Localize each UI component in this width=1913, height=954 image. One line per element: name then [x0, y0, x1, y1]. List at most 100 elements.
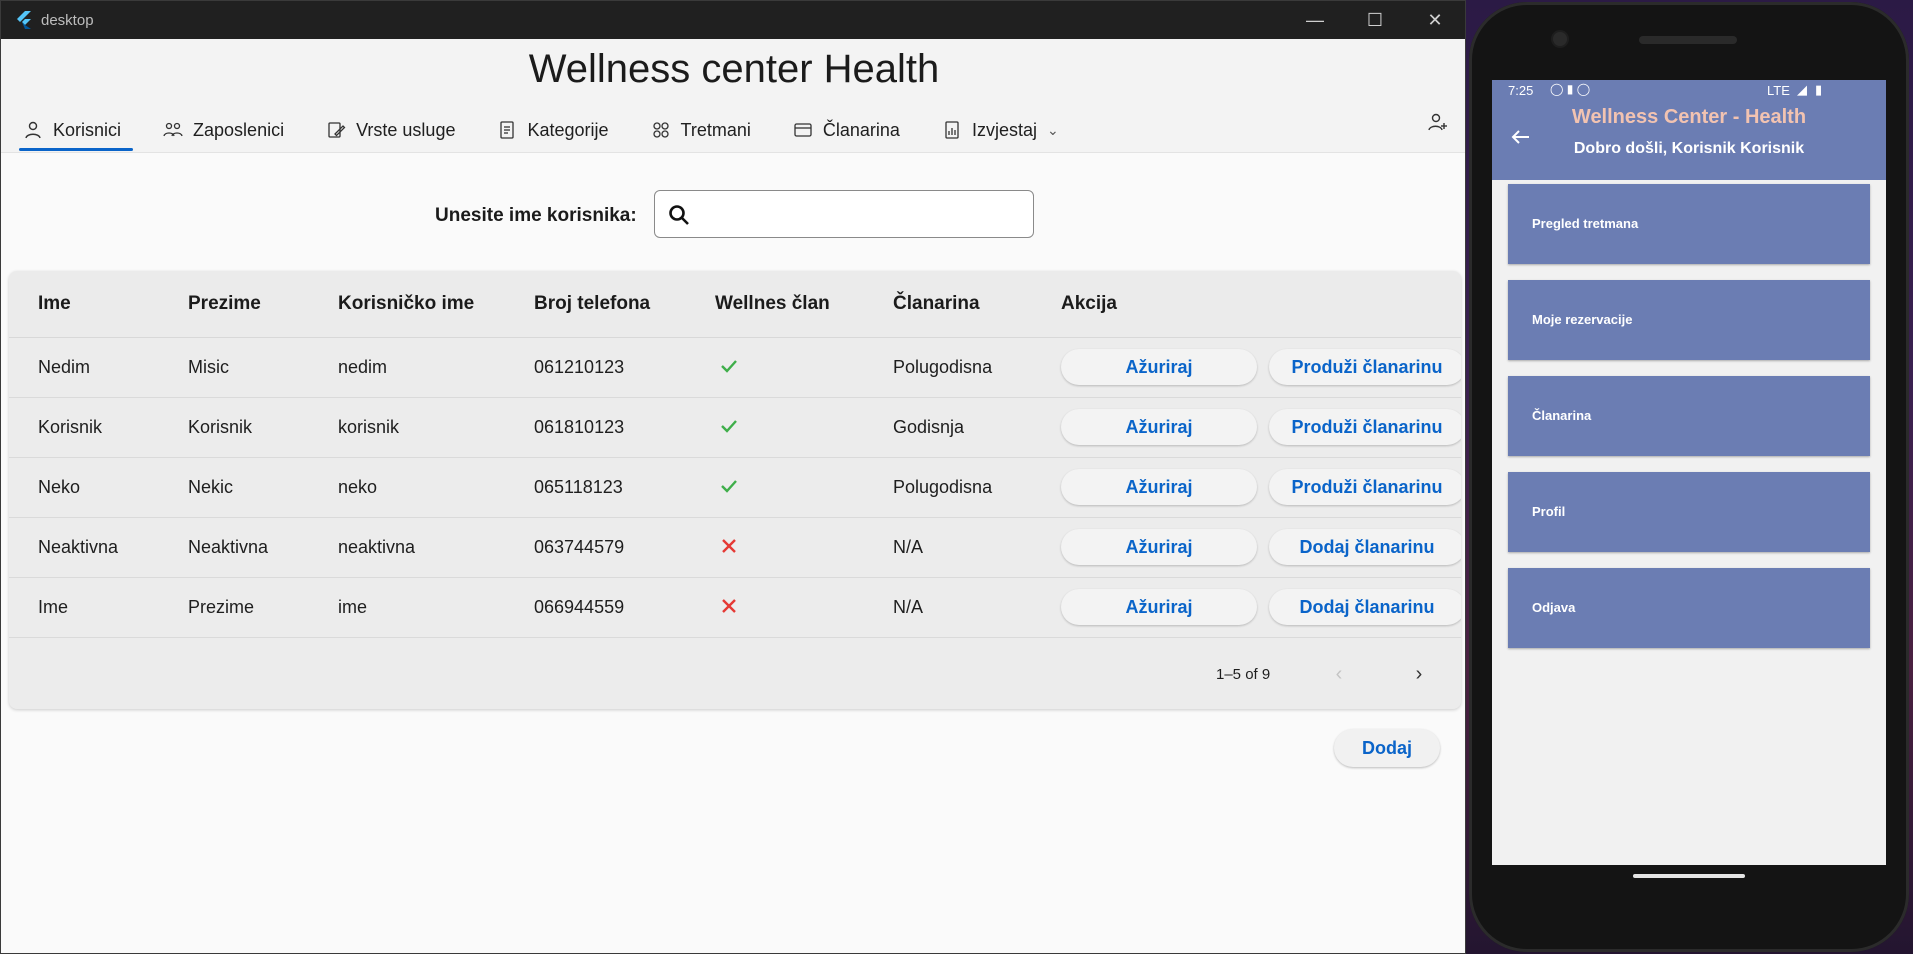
chevron-left-icon[interactable]: ‹ — [1327, 662, 1351, 686]
status-network: LTE — [1767, 83, 1790, 98]
tab-vrste-usluge[interactable]: Vrste usluge — [322, 111, 467, 149]
minimize-icon[interactable]: — — [1285, 1, 1345, 39]
tab-label: Zaposlenici — [193, 119, 285, 140]
table-cell-prezime: Misic — [188, 357, 229, 377]
check-icon — [719, 476, 739, 496]
search-row: Unesite ime korisnika: — [1, 189, 1465, 239]
column-header: Akcija — [1061, 293, 1117, 314]
table-cell-clanarina: N/A — [893, 597, 924, 617]
treatment-icon — [651, 120, 671, 140]
update-button[interactable]: Ažuriraj — [1061, 529, 1257, 565]
people-icon — [163, 120, 183, 140]
status-time: 7:25 — [1508, 83, 1534, 98]
tab-tretmani[interactable]: Tretmani — [647, 111, 763, 149]
check-icon — [719, 416, 739, 436]
battery-icon: ▮ — [1815, 82, 1823, 97]
home-indicator[interactable] — [1633, 874, 1745, 878]
extend-membership-button[interactable]: Produži članarinu — [1269, 409, 1461, 445]
add-membership-button[interactable]: Dodaj članarinu — [1269, 529, 1461, 565]
speaker-grille — [1639, 36, 1737, 44]
table-row: Korisnik Korisnik korisnik 061810123 Godisnj… — [9, 398, 1461, 458]
document-icon — [497, 120, 517, 140]
cross-icon — [719, 596, 739, 616]
table-cell-prezime: Prezime — [188, 597, 255, 617]
menu-item-label: Pregled tretmana — [1532, 216, 1639, 231]
signal-icon: ◢ — [1797, 82, 1807, 97]
table-body: Nedim Misic nedim 061210123 Polugodisna Ažuri… — [9, 338, 1461, 638]
table-cell-telefon: 063744579 — [534, 537, 625, 557]
table-cell-telefon: 065118123 — [534, 477, 623, 497]
tab-label: Izvjestaj — [971, 119, 1037, 140]
tab-korisnici[interactable]: Korisnici — [19, 111, 134, 151]
table-cell-ime: Neaktivna — [38, 537, 119, 557]
search-field[interactable] — [654, 190, 1034, 238]
table-cell-ime: Nedim — [38, 357, 91, 377]
report-icon — [942, 120, 962, 140]
column-header: Ime — [38, 293, 71, 314]
update-button[interactable]: Ažuriraj — [1061, 349, 1257, 385]
table-cell-korisnicko: ime — [338, 597, 368, 617]
mobile-app-bar: Wellness Center - Health Dobro došli, Ko… — [1492, 102, 1886, 180]
check-icon — [719, 356, 739, 376]
add-button[interactable]: Dodaj — [1334, 729, 1440, 767]
update-button[interactable]: Ažuriraj — [1061, 409, 1257, 445]
table-cell-clanarina: N/A — [893, 537, 924, 557]
add-membership-button[interactable]: Dodaj članarinu — [1269, 589, 1461, 625]
menu-item-odjava[interactable]: Odjava — [1508, 568, 1870, 648]
chevron-down-icon: ⌄ — [1046, 121, 1059, 138]
users-table: Ime Prezime Korisničko ime Broj telefona… — [9, 271, 1461, 709]
window-title: desktop — [41, 11, 94, 29]
tab-izvjestaj[interactable]: Izvjestaj ⌄ — [938, 111, 1071, 149]
menu-item-pregled-tretmana[interactable]: Pregled tretmana — [1508, 184, 1870, 264]
status-bar: 7:25 ◯ ▮ ◯ LTE ◢ ▮ — [1492, 80, 1886, 102]
tab-label: Kategorije — [527, 119, 609, 140]
extend-membership-button[interactable]: Produži članarinu — [1269, 349, 1461, 385]
tab-label: Članarina — [822, 119, 900, 140]
search-input[interactable] — [705, 199, 1019, 231]
extend-membership-button[interactable]: Produži članarinu — [1269, 469, 1461, 505]
table-cell-ime: Korisnik — [38, 417, 103, 437]
column-header: Članarina — [893, 293, 980, 314]
table-row: Nedim Misic nedim 061210123 Polugodisna Ažuri… — [9, 338, 1461, 398]
mobile-app-title: Wellness Center - Health — [1571, 106, 1807, 128]
table-row: Neko Nekic neko 065118123 Polugodisna Ažurira… — [9, 458, 1461, 518]
close-icon[interactable]: ✕ — [1405, 1, 1465, 39]
menu-item-label: Profil — [1532, 504, 1566, 519]
update-button[interactable]: Ažuriraj — [1061, 469, 1257, 505]
camera-icon — [1553, 32, 1567, 46]
menu-item-profil[interactable]: Profil — [1508, 472, 1870, 552]
update-button[interactable]: Ažuriraj — [1061, 589, 1257, 625]
table-cell-clanarina: Polugodisna — [893, 357, 993, 377]
phone-nav-bar — [1492, 865, 1886, 887]
tab-clanarina[interactable]: Članarina — [789, 111, 912, 149]
table-cell-telefon: 061210123 — [534, 357, 625, 377]
column-header: Korisničko ime — [338, 293, 475, 314]
column-header: Broj telefona — [534, 293, 651, 314]
add-user-icon[interactable] — [1427, 111, 1449, 133]
menu-item-label: Odjava — [1532, 600, 1576, 615]
table-cell-clanarina: Godisnja — [893, 417, 965, 437]
table-cell-clanarina: Polugodisna — [893, 477, 993, 497]
menu-item-clanarina[interactable]: Članarina — [1508, 376, 1870, 456]
chevron-right-icon[interactable]: › — [1407, 662, 1431, 686]
cross-icon — [719, 536, 739, 556]
search-label: Unesite ime korisnika: — [435, 205, 637, 226]
search-icon — [667, 203, 691, 227]
pagination-info: 1–5 of 9 — [1216, 666, 1271, 683]
window-controls: — ☐ ✕ — [1285, 1, 1465, 39]
tab-label: Vrste usluge — [356, 119, 456, 140]
nav-tabs: Korisnici Zaposlenici Vrste usluge Kateg… — [19, 111, 1097, 152]
table-header: Ime Prezime Korisničko ime Broj telefona… — [9, 271, 1461, 338]
tab-kategorije[interactable]: Kategorije — [493, 111, 620, 149]
title-bar: desktop — ☐ ✕ — [1, 1, 1465, 39]
pagination: 1–5 of 9 ‹ › — [9, 654, 1461, 694]
maximize-icon[interactable]: ☐ — [1345, 1, 1405, 39]
edit-icon — [326, 120, 346, 140]
table-cell-korisnicko: neaktivna — [338, 537, 416, 557]
menu-item-moje-rezervacije[interactable]: Moje rezervacije — [1508, 280, 1870, 360]
tab-zaposlenici[interactable]: Zaposlenici — [159, 111, 296, 149]
card-icon — [793, 120, 813, 140]
person-icon — [23, 120, 43, 140]
column-header: Wellnes član — [715, 293, 830, 314]
table-cell-korisnicko: nedim — [338, 357, 388, 377]
